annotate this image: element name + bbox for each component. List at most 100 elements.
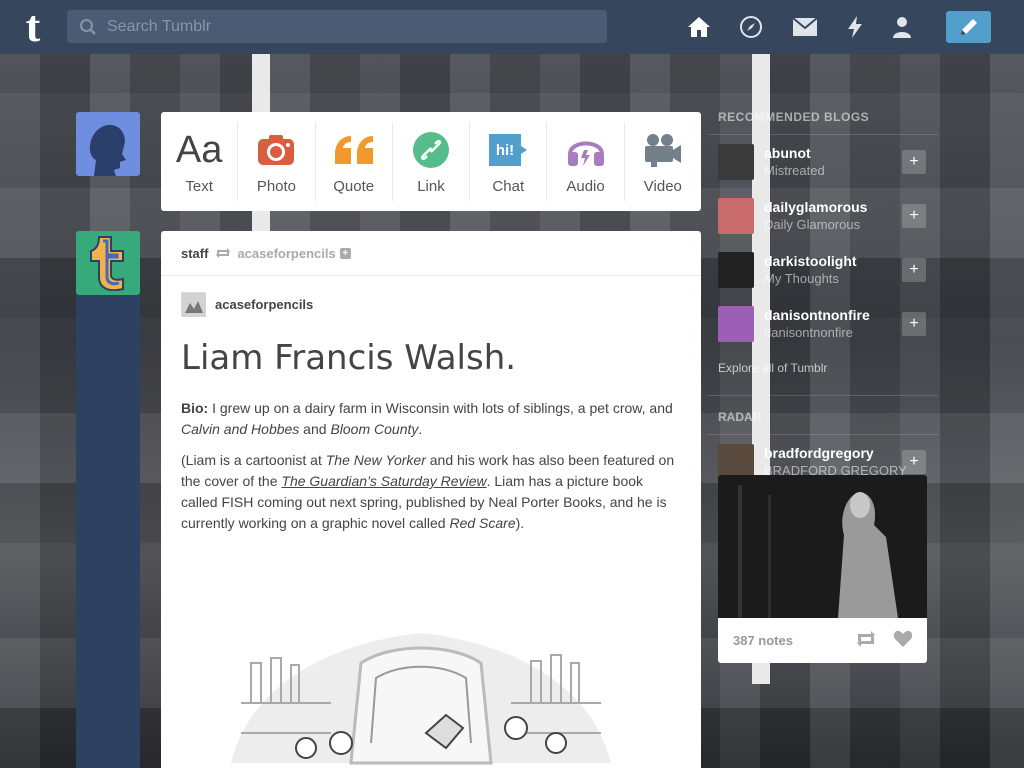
compass-icon[interactable] <box>738 14 764 40</box>
search-field[interactable]: Search Tumblr <box>67 10 607 43</box>
bio-book-title: Bloom County <box>330 421 419 437</box>
radar-photo[interactable] <box>718 475 927 618</box>
post-type-label: Link <box>417 178 445 195</box>
link-icon <box>412 128 449 172</box>
recommended-blog[interactable]: danisontnonfire danisontnonfire + <box>708 297 938 351</box>
plus-icon: + <box>909 207 919 224</box>
reblog-trail: acaseforpencils <box>161 276 701 317</box>
heart-icon[interactable] <box>893 630 913 648</box>
post-type-link[interactable]: Link <box>393 122 471 201</box>
recommended-blog[interactable]: darkistoolight My Thoughts + <box>708 243 938 297</box>
recommended-blog-title: Daily Glamorous <box>764 217 861 232</box>
post-type-quote[interactable]: Quote <box>316 122 393 201</box>
bio-book-title: Calvin and Hobbes <box>181 421 300 437</box>
follow-button[interactable]: + <box>902 204 926 228</box>
follow-button[interactable]: + <box>902 150 926 174</box>
avatar[interactable] <box>718 306 754 342</box>
account-icon[interactable] <box>889 14 915 40</box>
post-type-label: Text <box>185 178 213 195</box>
recommended-blog-title: My Thoughts <box>764 271 839 286</box>
lightning-icon[interactable] <box>842 14 868 40</box>
plus-icon: + <box>909 261 919 278</box>
post-type-label: Chat <box>492 178 525 195</box>
recommended-blog-name[interactable]: danisontnonfire <box>764 307 870 324</box>
follow-button[interactable]: + <box>902 450 926 474</box>
guardian-link[interactable]: The Guardian’s Saturday Review <box>281 473 486 489</box>
home-icon[interactable] <box>686 14 712 40</box>
mail-icon[interactable] <box>792 14 818 40</box>
tumblr-logo[interactable]: t <box>16 5 50 49</box>
top-navigation-bar: t Search Tumblr <box>0 0 1024 54</box>
left-rail <box>76 295 140 768</box>
follow-button[interactable]: + <box>902 258 926 282</box>
plus-icon: + <box>909 315 919 332</box>
novel-title: Red Scare <box>449 515 516 531</box>
recommended-blog[interactable]: dailyglamorous Daily Glamorous + <box>708 189 938 243</box>
post-type-selector: Aa Text Photo Quote Link hi! Chat Audio <box>161 112 701 211</box>
recommended-blog-name[interactable]: dailyglamorous <box>764 199 867 216</box>
follow-button[interactable]: + <box>902 312 926 336</box>
post-body: Bio: I grew up on a dairy farm in Wiscon… <box>161 378 701 534</box>
reblog-source-name: acaseforpencils <box>237 245 336 261</box>
search-icon <box>80 18 96 35</box>
avatar[interactable] <box>718 144 754 180</box>
bio-text: . <box>418 421 423 437</box>
post-type-video[interactable]: Video <box>625 122 701 201</box>
description-text: (Liam is a cartoonist at <box>181 452 326 468</box>
explore-link[interactable]: Explore all of Tumblr <box>708 351 938 396</box>
plus-icon: + <box>909 453 919 470</box>
chat-icon: hi! <box>487 128 529 172</box>
post-author-link[interactable]: staff <box>181 246 208 261</box>
bio-text: I grew up on a dairy farm in Wisconsin w… <box>208 400 673 416</box>
reblog-avatar[interactable] <box>181 292 206 317</box>
compose-button[interactable] <box>946 11 991 43</box>
camera-icon <box>257 128 295 172</box>
post-type-audio[interactable]: Audio <box>547 122 625 201</box>
cartoon-image[interactable] <box>211 623 631 768</box>
radar-heading: RADAR <box>708 396 938 435</box>
avatar[interactable] <box>718 252 754 288</box>
recommended-blog-name[interactable]: abunot <box>764 145 825 162</box>
recommended-blog-title: Mistreated <box>764 163 825 178</box>
recommended-blog-name[interactable]: darkistoolight <box>764 253 857 270</box>
recommended-blogs-heading: RECOMMENDED BLOGS <box>708 100 938 135</box>
dashboard-post: staff acaseforpencils + acaseforpencils … <box>161 231 701 768</box>
description-text: ). <box>515 515 525 531</box>
radar-post[interactable]: 387 notes <box>718 475 927 663</box>
post-type-label: Video <box>643 178 682 195</box>
post-type-label: Quote <box>333 178 375 195</box>
svg-text:hi!: hi! <box>496 142 514 159</box>
post-header: staff acaseforpencils + <box>161 231 701 276</box>
post-title: Liam Francis Walsh. <box>181 338 517 378</box>
reblog-blog-name[interactable]: acaseforpencils <box>215 297 313 312</box>
avatar[interactable] <box>718 198 754 234</box>
staff-avatar[interactable] <box>76 231 140 295</box>
text-icon: Aa <box>175 128 223 171</box>
search-placeholder: Search Tumblr <box>107 17 212 35</box>
user-blog-avatar[interactable] <box>76 112 140 176</box>
bio-text: and <box>299 421 331 437</box>
bio-label: Bio: <box>181 400 209 416</box>
radar-post-footer: 387 notes <box>718 618 927 663</box>
recommended-blog-title: danisontnonfire <box>764 325 853 340</box>
post-type-text[interactable]: Aa Text <box>161 122 239 201</box>
radar-blog-name[interactable]: bradfordgregory <box>764 445 907 462</box>
reblog-icon <box>216 248 231 258</box>
right-sidebar: RECOMMENDED BLOGS abunot Mistreated + da… <box>708 100 938 489</box>
notes-count[interactable]: 387 notes <box>733 633 793 648</box>
follow-plus-icon[interactable]: + <box>339 247 351 259</box>
publication-title: The New Yorker <box>325 452 426 468</box>
reblog-source[interactable]: acaseforpencils + <box>214 245 351 261</box>
reblog-icon[interactable] <box>855 630 877 648</box>
post-type-chat[interactable]: hi! Chat <box>470 122 548 201</box>
video-camera-icon <box>643 128 683 172</box>
quote-icon <box>333 128 375 172</box>
description-paragraph: (Liam is a cartoonist at The New Yorker … <box>181 450 681 534</box>
pencil-icon <box>960 19 977 35</box>
post-type-photo[interactable]: Photo <box>238 122 316 201</box>
plus-icon: + <box>909 153 919 170</box>
bio-paragraph: Bio: I grew up on a dairy farm in Wiscon… <box>181 398 681 440</box>
headphones-icon <box>566 128 606 172</box>
post-actions <box>855 630 913 648</box>
recommended-blog[interactable]: abunot Mistreated + <box>708 135 938 189</box>
